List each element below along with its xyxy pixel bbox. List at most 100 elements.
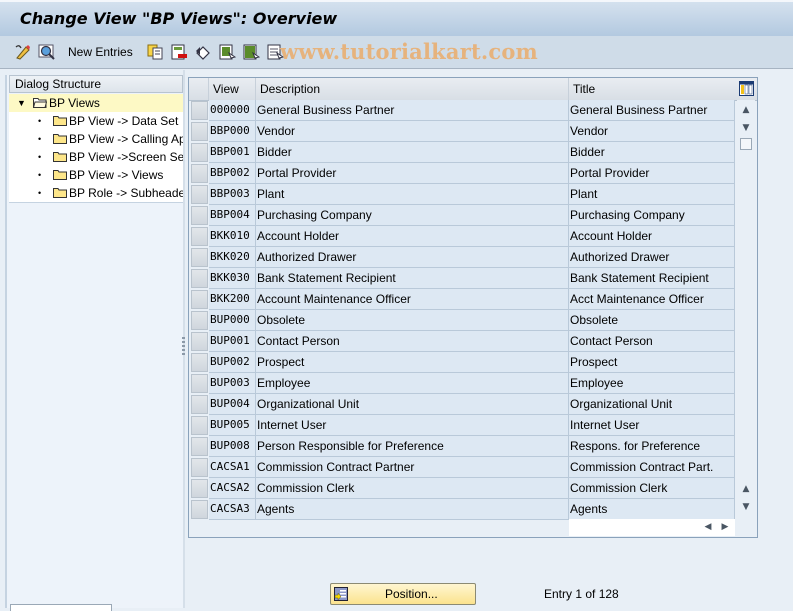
delete-icon[interactable]: [170, 43, 188, 61]
bullet-icon: •: [38, 188, 42, 198]
undo-change-icon[interactable]: [194, 43, 212, 61]
tree-label: BP View -> Views: [69, 168, 164, 182]
application-toolbar: New Entries www.tutorialkart.com: [0, 36, 793, 69]
row-selector[interactable]: [191, 206, 208, 225]
table-row[interactable]: BUP008 Person Responsible for Preference R…: [189, 436, 757, 457]
entry-counter: Entry 1 of 128: [544, 587, 619, 601]
table-row[interactable]: CACSA3 Agents Agents: [189, 499, 757, 520]
tree-label: BP View -> Data Set: [69, 114, 179, 128]
scroll-thumb[interactable]: [740, 138, 752, 150]
horizontal-scrollbar[interactable]: ◀ ▶: [569, 519, 735, 536]
cell-view: BUP004: [209, 394, 256, 415]
row-selector[interactable]: [191, 353, 208, 372]
table-row[interactable]: BBP003 Plant Plant: [189, 184, 757, 205]
cell-title: Plant: [569, 184, 735, 205]
tree-bottom-border: [9, 202, 185, 203]
row-selector[interactable]: [191, 332, 208, 351]
table-row[interactable]: BUP002 Prospect Prospect: [189, 352, 757, 373]
cell-view: BBP003: [209, 184, 256, 205]
row-selector[interactable]: [191, 437, 208, 456]
tree-node-data-set[interactable]: • BP View -> Data Set: [9, 112, 185, 130]
scroll-left-icon[interactable]: ◀: [701, 519, 715, 536]
cell-title: Vendor: [569, 121, 735, 142]
row-selector[interactable]: [191, 458, 208, 477]
row-selector[interactable]: [191, 395, 208, 414]
table-row[interactable]: BKK020 Authorized Drawer Authorized Drawer: [189, 247, 757, 268]
scroll-page-down-icon[interactable]: ▼: [737, 498, 755, 516]
copy-as-icon[interactable]: [146, 43, 164, 61]
position-icon: [334, 587, 348, 601]
expand-triangle-icon[interactable]: ▼: [17, 94, 26, 112]
cell-description: Contact Person: [256, 331, 569, 352]
row-selector[interactable]: [191, 122, 208, 141]
row-selector[interactable]: [191, 101, 208, 120]
table-row[interactable]: BUP003 Employee Employee: [189, 373, 757, 394]
vertical-scrollbar[interactable]: ▲ ▼ ▲ ▼: [737, 100, 755, 518]
column-header-description[interactable]: Description: [256, 78, 569, 100]
details-icon[interactable]: [38, 43, 56, 61]
row-selector[interactable]: [191, 143, 208, 162]
scroll-down-icon[interactable]: ▼: [737, 119, 755, 137]
select-all-rows-button[interactable]: [189, 78, 209, 100]
tree-node-views[interactable]: • BP View -> Views: [9, 166, 185, 184]
row-selector[interactable]: [191, 185, 208, 204]
column-header-title[interactable]: Title: [569, 78, 737, 100]
cell-description: Authorized Drawer: [256, 247, 569, 268]
table-row[interactable]: BUP005 Internet User Internet User: [189, 415, 757, 436]
cell-title: Obsolete: [569, 310, 735, 331]
tree-node-bp-views[interactable]: ▼ BP Views: [9, 94, 185, 112]
dialog-structure-header: Dialog Structure: [9, 75, 183, 93]
table-settings-icon[interactable]: [739, 81, 754, 96]
cell-view: BKK200: [209, 289, 256, 310]
row-selector[interactable]: [191, 269, 208, 288]
table-row[interactable]: BBP004 Purchasing Company Purchasing Compa…: [189, 205, 757, 226]
cell-view: 000000: [209, 100, 256, 121]
row-selector[interactable]: [191, 248, 208, 267]
table-row[interactable]: BBP001 Bidder Bidder: [189, 142, 757, 163]
new-entries-button[interactable]: New Entries: [68, 45, 133, 59]
row-selector[interactable]: [191, 416, 208, 435]
table-row[interactable]: BKK030 Bank Statement Recipient Bank State…: [189, 268, 757, 289]
row-selector[interactable]: [191, 227, 208, 246]
table-row[interactable]: CACSA1 Commission Contract Partner Commiss…: [189, 457, 757, 478]
table-row[interactable]: BUP004 Organizational Unit Organizational …: [189, 394, 757, 415]
row-selector[interactable]: [191, 479, 208, 498]
bullet-icon: •: [38, 170, 42, 180]
table-row[interactable]: CACSA2 Commission Clerk Commission Clerk: [189, 478, 757, 499]
scroll-right-icon[interactable]: ▶: [718, 519, 732, 536]
table-row[interactable]: BBP000 Vendor Vendor: [189, 121, 757, 142]
row-selector[interactable]: [191, 290, 208, 309]
folder-icon: [53, 116, 67, 126]
table-row[interactable]: BUP000 Obsolete Obsolete: [189, 310, 757, 331]
table-row[interactable]: BKK200 Account Maintenance Officer Acct Ma…: [189, 289, 757, 310]
tree-node-calling-app[interactable]: • BP View -> Calling Ap: [9, 130, 185, 148]
cell-view: BUP002: [209, 352, 256, 373]
select-all-icon[interactable]: [218, 43, 236, 61]
column-header-view[interactable]: View: [209, 78, 256, 100]
splitter-handle[interactable]: [182, 337, 186, 357]
cell-description: Vendor: [256, 121, 569, 142]
position-button[interactable]: Position...: [330, 583, 476, 605]
table-row[interactable]: BBP002 Portal Provider Portal Provider: [189, 163, 757, 184]
table-row[interactable]: BKK010 Account Holder Account Holder: [189, 226, 757, 247]
scroll-up-icon[interactable]: ▲: [737, 101, 755, 119]
tree-node-subheader[interactable]: • BP Role -> Subheade: [9, 184, 185, 202]
bullet-icon: •: [38, 116, 42, 126]
open-folder-icon: [33, 98, 47, 108]
row-selector[interactable]: [191, 500, 208, 519]
cell-description: Plant: [256, 184, 569, 205]
tree-node-screen-sequence[interactable]: • BP View ->Screen Se: [9, 148, 185, 166]
table-row[interactable]: BUP001 Contact Person Contact Person: [189, 331, 757, 352]
select-block-icon[interactable]: [242, 43, 260, 61]
display-change-icon[interactable]: [14, 43, 32, 61]
row-selector[interactable]: [191, 164, 208, 183]
row-selector[interactable]: [191, 311, 208, 330]
scroll-page-up-icon[interactable]: ▲: [737, 480, 755, 498]
cell-description: Bidder: [256, 142, 569, 163]
title-bar: Change View "BP Views": Overview: [0, 0, 793, 36]
table-row[interactable]: 000000 General Business Partner General Bu…: [189, 100, 757, 121]
cell-title: Purchasing Company: [569, 205, 735, 226]
row-selector[interactable]: [191, 374, 208, 393]
tree-label: BP View -> Calling Ap: [69, 132, 185, 146]
cell-title: Bidder: [569, 142, 735, 163]
